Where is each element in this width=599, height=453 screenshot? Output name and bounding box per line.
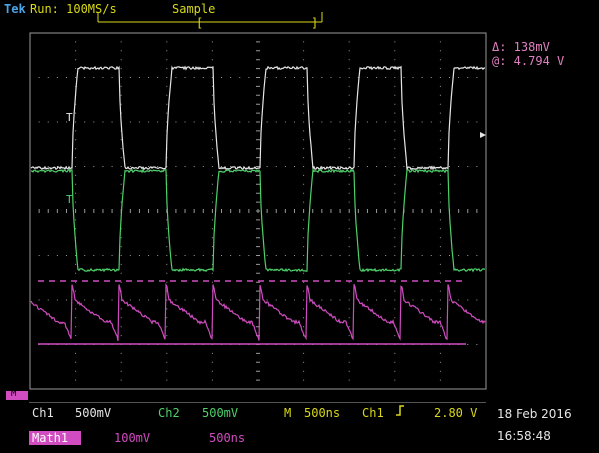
time-display: 16:58:48 <box>497 429 551 443</box>
timebase-label: M <box>284 406 292 420</box>
brand-label: Tek <box>4 2 26 16</box>
date-display: 18 Feb 2016 <box>497 407 572 421</box>
math-scale[interactable]: 100mV <box>114 431 150 445</box>
math-timebase[interactable]: 500ns <box>209 431 245 445</box>
ch2-scale[interactable]: 500mV <box>202 406 238 420</box>
trigger-source[interactable]: Ch1 <box>362 406 384 420</box>
math-label[interactable]: Math1 <box>32 431 68 445</box>
acquisition-status[interactable]: Run: 100MS/s <box>30 2 117 16</box>
record-window-left: [ <box>196 16 204 30</box>
graticule-grid <box>29 32 487 390</box>
math-trace <box>30 282 486 342</box>
ch1-trace <box>30 65 486 172</box>
graticule-dots <box>29 32 487 390</box>
ch1-trigger-marker[interactable]: T <box>66 111 73 124</box>
acquisition-mode[interactable]: Sample <box>172 2 215 16</box>
ch2-label[interactable]: Ch2 <box>158 406 180 420</box>
math-ground-marker-icon[interactable] <box>6 391 28 400</box>
rising-edge-icon <box>396 405 404 416</box>
footer-divider <box>29 402 486 403</box>
trigger-level[interactable]: 2.80 V <box>434 406 477 420</box>
timebase-value[interactable]: 500ns <box>304 406 340 420</box>
ch2-trigger-marker[interactable]: T <box>66 193 73 206</box>
ch1-scale[interactable]: 500mV <box>75 406 111 420</box>
cursor-position-readout: @: 4.794 V <box>492 54 565 68</box>
ch1-label[interactable]: Ch1 <box>32 406 54 420</box>
math-ground-label: M <box>11 389 17 399</box>
record-window-right: ] <box>311 16 319 30</box>
trigger-level-arrow-icon[interactable] <box>480 132 486 138</box>
cursor-delta-readout: Δ: 138mV <box>492 40 550 54</box>
